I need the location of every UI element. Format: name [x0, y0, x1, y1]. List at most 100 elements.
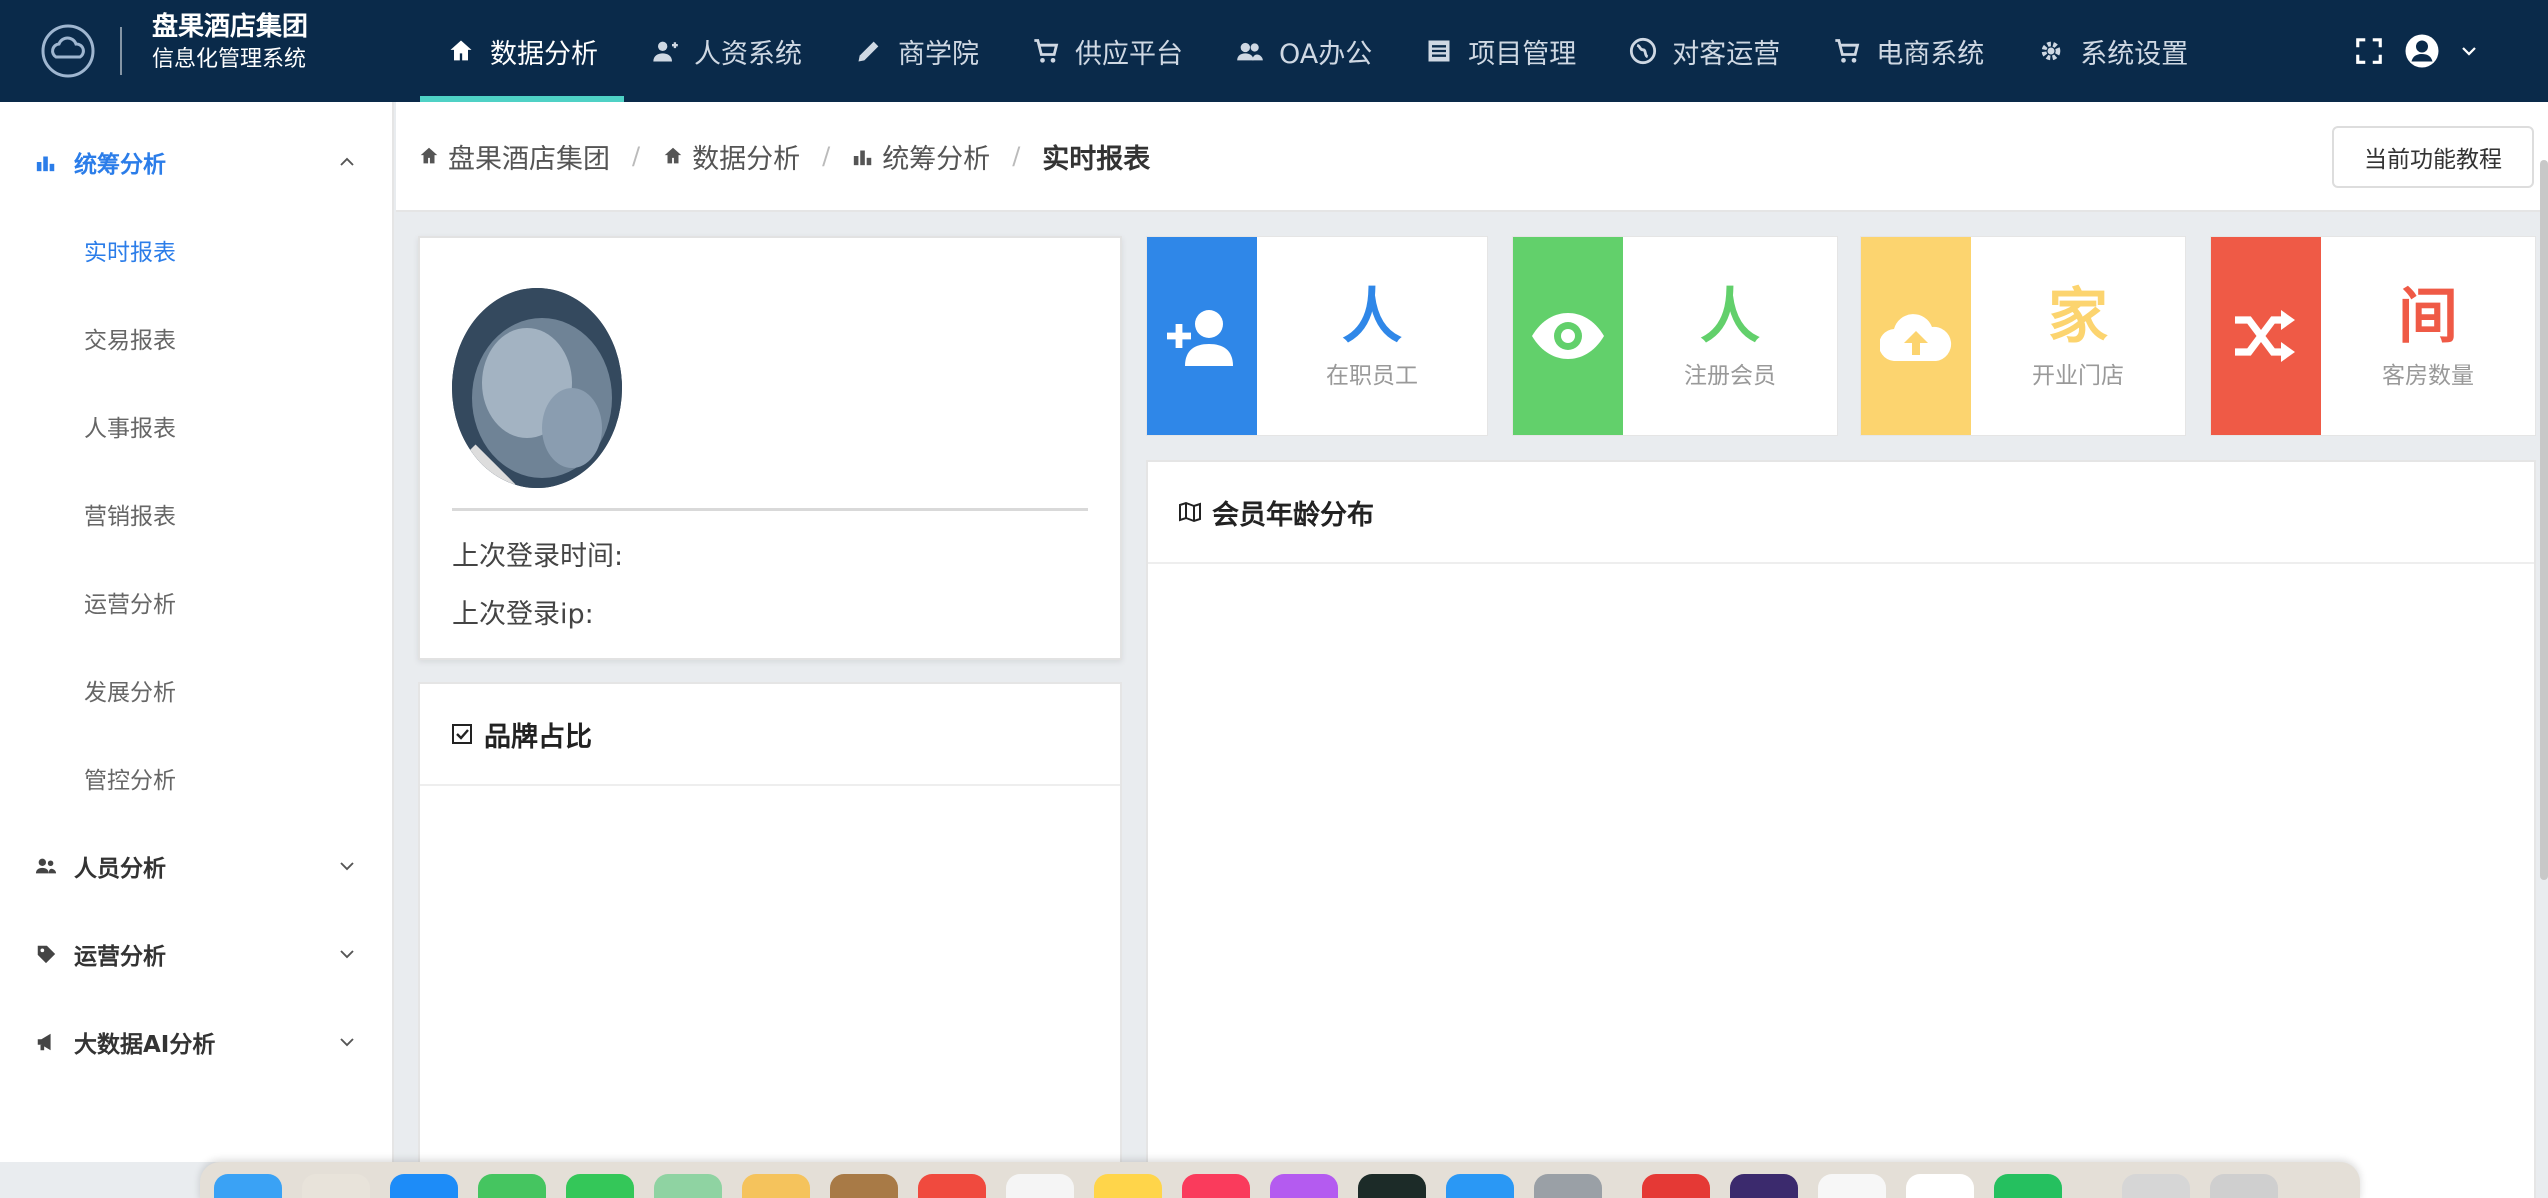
dock-app-wechat[interactable] — [1994, 1174, 2062, 1198]
dock-app-purple[interactable] — [1730, 1174, 1798, 1198]
cloud-logo-icon — [41, 24, 95, 78]
dock-app-photos[interactable] — [742, 1174, 810, 1198]
nav-customer-operations[interactable]: 对客运营 — [1602, 0, 1806, 102]
sidebar-group-operations-analysis[interactable]: 运营分析 — [0, 910, 392, 998]
profile-divider — [452, 508, 1088, 511]
breadcrumb-item-company[interactable]: 盘果酒店集团 — [418, 137, 610, 176]
stat-icon-box — [1513, 237, 1623, 435]
sidebar-group-label: 统筹分析 — [74, 152, 166, 178]
breadcrumb-label: 数据分析 — [692, 143, 801, 175]
user-plus-icon — [1167, 310, 1233, 366]
profile-card: 上次登录时间: 上次登录ip: — [418, 236, 1122, 660]
nav-data-analysis[interactable]: 数据分析 — [420, 0, 624, 102]
nav-hr-system[interactable]: 人资系统 — [624, 0, 828, 102]
nav-label: 对客运营 — [1672, 38, 1781, 70]
dock-app-maps[interactable] — [654, 1174, 722, 1198]
dock-app-red[interactable] — [1642, 1174, 1710, 1198]
nav-ecommerce-system[interactable]: 电商系统 — [1806, 0, 2010, 102]
card-header: 会员年龄分布 — [1148, 462, 2534, 564]
dock-app-facetime[interactable] — [566, 1174, 634, 1198]
dock-app-terminal[interactable] — [1358, 1174, 1426, 1198]
breadcrumb: 盘果酒店集团 / 数据分析 / 统筹分析 / 实时报表 当前功能教程 — [396, 102, 2548, 212]
nav-business-school[interactable]: 商学院 — [828, 0, 1005, 102]
shuffle-icon — [2235, 310, 2295, 362]
sidebar-item-hr-report[interactable]: 人事报表 — [0, 382, 392, 470]
avatar[interactable] — [452, 288, 622, 488]
fullscreen-icon[interactable] — [2354, 36, 2384, 66]
breadcrumb-separator: / — [632, 142, 641, 170]
eye-icon — [1532, 313, 1604, 359]
nav-label: 系统设置 — [2080, 38, 2189, 70]
user-account-icon[interactable] — [2404, 33, 2440, 69]
header-tools — [2354, 0, 2478, 102]
stat-tile-stores[interactable]: 家 开业门店 — [1860, 236, 2186, 436]
breadcrumb-current: 实时报表 — [1042, 143, 1151, 175]
nav-project-management[interactable]: 项目管理 — [1398, 0, 1602, 102]
sidebar-item-realtime-report[interactable]: 实时报表 — [0, 206, 392, 294]
bar-chart-icon — [854, 150, 872, 166]
chevron-down-icon[interactable] — [2460, 42, 2478, 60]
dock-app-green-x[interactable] — [1906, 1174, 1974, 1198]
nav-supply-platform[interactable]: 供应平台 — [1005, 0, 1209, 102]
stat-icon-box — [1147, 237, 1257, 435]
dock-app-finder[interactable] — [214, 1174, 282, 1198]
card-title: 品牌占比 — [484, 721, 592, 753]
dock-trash-icon[interactable] — [2210, 1174, 2278, 1198]
sidebar-item-development-analysis[interactable]: 发展分析 — [0, 646, 392, 734]
list-icon — [1424, 36, 1454, 66]
last-login-time: 上次登录时间: — [452, 541, 624, 572]
page-scrollbar[interactable] — [2540, 160, 2548, 880]
dock-app-messages[interactable] — [478, 1174, 546, 1198]
dock-app-music[interactable] — [1182, 1174, 1250, 1198]
stat-tile-rooms[interactable]: 间 客房数量 — [2210, 236, 2536, 436]
dock-app-launchpad[interactable] — [302, 1174, 370, 1198]
sidebar-item-transaction-report[interactable]: 交易报表 — [0, 294, 392, 382]
stat-label: 客房数量 — [2382, 363, 2474, 389]
brand-share-card: 品牌占比 — [418, 682, 1122, 1198]
nav-system-settings[interactable]: 系统设置 — [2010, 0, 2214, 102]
pencil-icon — [854, 36, 884, 66]
dock-app-settings[interactable] — [1534, 1174, 1602, 1198]
tutorial-button[interactable]: 当前功能教程 — [2332, 126, 2534, 188]
dock-app-calendar[interactable] — [918, 1174, 986, 1198]
system-name: 信息化管理系统 — [152, 47, 307, 72]
nav-label: 电商系统 — [1876, 38, 1985, 70]
nav-oa-office[interactable]: OA办公 — [1209, 0, 1398, 102]
dock-app-xcode[interactable] — [1446, 1174, 1514, 1198]
home-icon — [664, 147, 682, 164]
sidebar-item-operations-analysis[interactable]: 运营分析 — [0, 558, 392, 646]
megaphone-icon — [34, 1030, 58, 1054]
dock-app-notes[interactable] — [1094, 1174, 1162, 1198]
stat-tile-employees[interactable]: 人 在职员工 — [1146, 236, 1488, 436]
nav-label: 项目管理 — [1468, 38, 1577, 70]
sidebar: 统筹分析 实时报表 交易报表 人事报表 营销报表 运营分析 发展分析 管控分析 … — [0, 102, 394, 1162]
sidebar-item-control-analysis[interactable]: 管控分析 — [0, 734, 392, 822]
stat-icon-box — [1861, 237, 1971, 435]
sidebar-group-bigdata-ai-analysis[interactable]: 大数据AI分析 — [0, 998, 392, 1086]
breadcrumb-item-data-analysis[interactable]: 数据分析 — [662, 137, 800, 176]
sidebar-group-personnel-analysis[interactable]: 人员分析 — [0, 822, 392, 910]
nav-label: 人资系统 — [694, 38, 802, 70]
dock-app-downloads[interactable] — [2122, 1174, 2190, 1198]
dock-app-reminders[interactable] — [1006, 1174, 1074, 1198]
sidebar-group-overall-analysis[interactable]: 统筹分析 — [0, 118, 392, 206]
dock-app-contacts[interactable] — [830, 1174, 898, 1198]
sidebar-group-label: 人员分析 — [74, 856, 166, 882]
dock-app-appstore[interactable] — [390, 1174, 458, 1198]
card-title: 会员年龄分布 — [1212, 499, 1374, 531]
sidebar-item-marketing-report[interactable]: 营销报表 — [0, 470, 392, 558]
breadcrumb-item-overall-analysis[interactable]: 统筹分析 — [852, 137, 990, 176]
people-icon — [34, 854, 58, 878]
stat-tile-members[interactable]: 人 注册会员 — [1512, 236, 1838, 436]
brand[interactable]: 盘果酒店集团 信息化管理系统 — [0, 0, 420, 102]
dock-app-podcasts[interactable] — [1270, 1174, 1338, 1198]
stat-unit: 人 — [1342, 282, 1402, 352]
chevron-up-icon — [340, 157, 354, 166]
sidebar-group-label: 运营分析 — [74, 944, 166, 970]
breadcrumb-label: 盘果酒店集团 — [448, 143, 610, 175]
cloud-upload-icon — [1880, 314, 1952, 361]
checkbox-icon — [452, 724, 472, 744]
stat-label: 注册会员 — [1684, 363, 1776, 389]
chevron-down-icon — [340, 1038, 354, 1047]
dock-app-white[interactable] — [1818, 1174, 1886, 1198]
